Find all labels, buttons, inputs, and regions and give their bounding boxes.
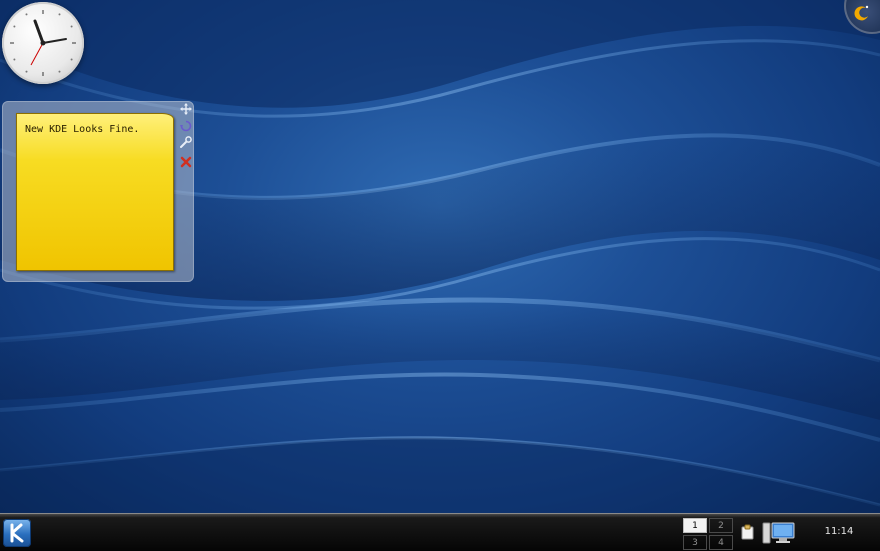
pager-desktop-1[interactable]: 1: [683, 518, 707, 533]
pager-desktop-2[interactable]: 2: [709, 518, 733, 533]
note-paper[interactable]: New KDE Looks Fine.: [16, 113, 174, 271]
pager-desktop-4[interactable]: 4: [709, 535, 733, 550]
kde-logo-icon: [10, 523, 24, 543]
notes-widget[interactable]: New KDE Looks Fine.: [2, 101, 194, 282]
pager-desktop-3[interactable]: 3: [683, 535, 707, 550]
clock-face-icon: [10, 10, 76, 76]
move-icon[interactable]: [180, 103, 192, 115]
panel-digital-clock[interactable]: 11:14: [810, 526, 868, 537]
kickoff-launcher-button[interactable]: [3, 519, 31, 547]
system-tray-item[interactable]: [762, 522, 796, 548]
computer-icon: [762, 522, 795, 544]
desktop-pager: 1 2 3 4: [683, 518, 735, 550]
rotate-icon[interactable]: [180, 120, 192, 132]
analog-clock-widget[interactable]: [2, 2, 84, 84]
clipboard-icon: [741, 524, 754, 540]
configure-icon[interactable]: [180, 136, 192, 148]
note-text[interactable]: New KDE Looks Fine.: [25, 124, 139, 135]
plasma-toolbox-icon: [854, 5, 869, 21]
klipper-tray-item[interactable]: [740, 524, 756, 544]
remove-icon[interactable]: [180, 156, 192, 168]
taskbar-panel: 1 2 3 4 11:14: [0, 513, 880, 551]
desktop-background[interactable]: New KDE Looks Fine.: [0, 0, 880, 513]
